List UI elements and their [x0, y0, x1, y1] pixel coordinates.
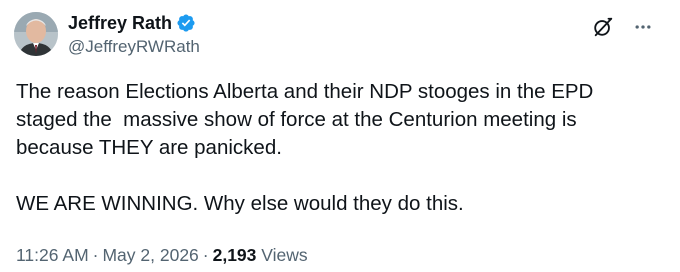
- meta-separator: ·: [202, 245, 209, 265]
- tweet-text-line: because THEY are panicked.: [16, 136, 282, 159]
- author-handle[interactable]: @JeffreyRWRath: [68, 36, 200, 58]
- profile-photo-avatar: [14, 12, 58, 56]
- author-names: Jeffrey Rath @JeffreyRWRath: [68, 12, 200, 58]
- tweet-time[interactable]: 11:26 AM: [16, 245, 89, 265]
- tweet-text: The reason Elections Alberta and their N…: [16, 78, 656, 218]
- verified-badge-icon: [176, 13, 196, 33]
- avatar[interactable]: [14, 12, 58, 56]
- grok-icon[interactable]: [592, 16, 614, 38]
- tweet-text-line: The reason Elections Alberta and their N…: [16, 80, 594, 103]
- tweet-text-line: staged the massive show of force at the …: [16, 108, 577, 131]
- author-display-name[interactable]: Jeffrey Rath: [68, 12, 172, 34]
- views-label: Views: [261, 245, 308, 265]
- name-row: Jeffrey Rath: [68, 12, 200, 34]
- tweet-text-line: WE ARE WINNING. Why else would they do t…: [16, 192, 464, 215]
- views-count[interactable]: 2,193: [213, 245, 257, 265]
- tweet-date[interactable]: May 2, 2026: [102, 245, 198, 265]
- tweet-card: Jeffrey Rath @JeffreyRWRath The reason E…: [0, 0, 680, 272]
- more-horizontal-icon[interactable]: [630, 14, 656, 40]
- meta-separator: ·: [92, 245, 99, 265]
- tweet-header: Jeffrey Rath @JeffreyRWRath: [12, 6, 668, 58]
- tweet-meta: 11:26 AM · May 2, 2026 · 2,193 Views: [16, 244, 308, 266]
